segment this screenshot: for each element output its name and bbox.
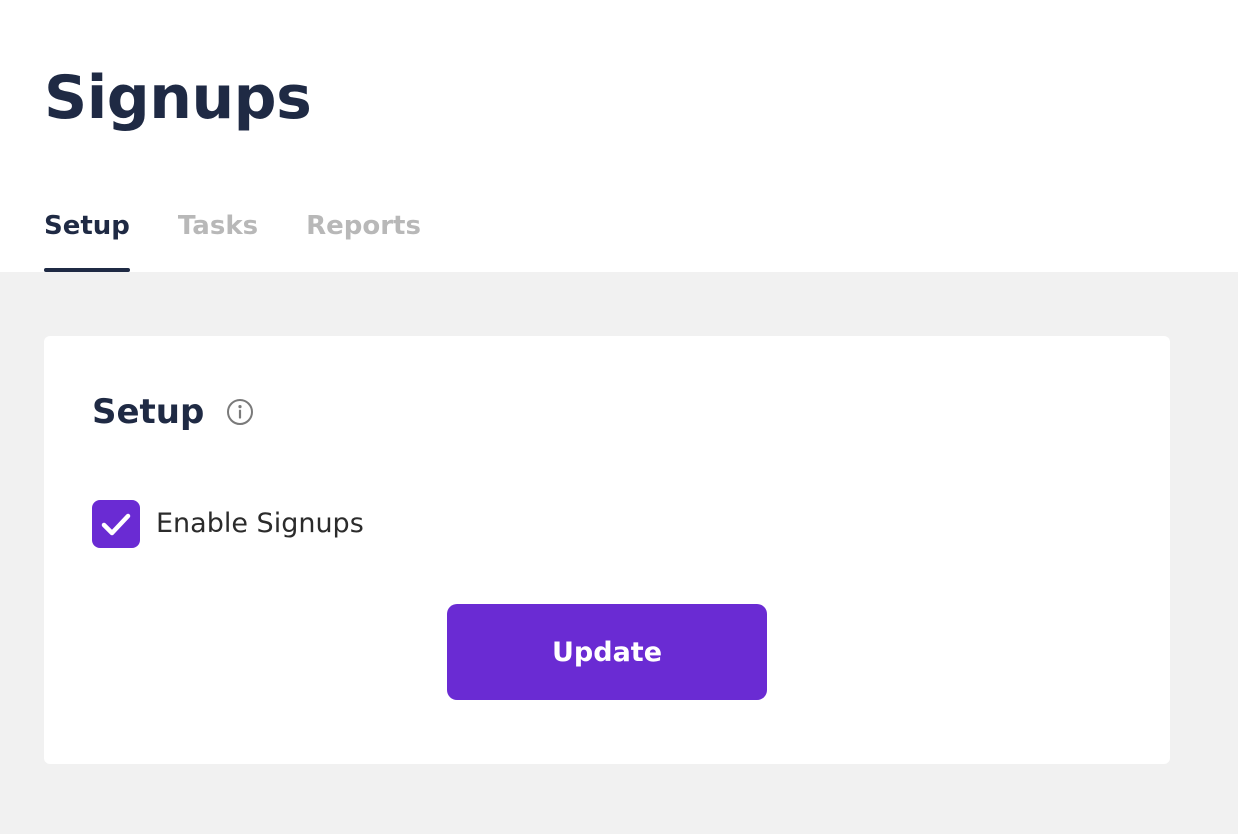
tab-reports[interactable]: Reports	[306, 206, 421, 272]
page-header: Signups Setup Tasks Reports	[0, 0, 1238, 272]
tab-setup[interactable]: Setup	[44, 206, 130, 272]
update-button[interactable]: Update	[447, 604, 767, 700]
main-content: Setup Enable Signups Update	[0, 272, 1238, 834]
setup-card-header: Setup	[92, 388, 254, 436]
page-title: Signups	[44, 63, 312, 133]
tab-tasks[interactable]: Tasks	[178, 206, 258, 272]
enable-signups-checkbox[interactable]	[92, 500, 140, 548]
setup-card-title: Setup	[92, 392, 205, 432]
tab-bar: Setup Tasks Reports	[44, 206, 421, 272]
info-circle-icon[interactable]	[226, 398, 254, 426]
setup-card: Setup Enable Signups Update	[44, 336, 1170, 764]
enable-signups-row: Enable Signups	[92, 500, 364, 548]
checkmark-icon	[101, 513, 131, 536]
enable-signups-label[interactable]: Enable Signups	[156, 500, 364, 548]
